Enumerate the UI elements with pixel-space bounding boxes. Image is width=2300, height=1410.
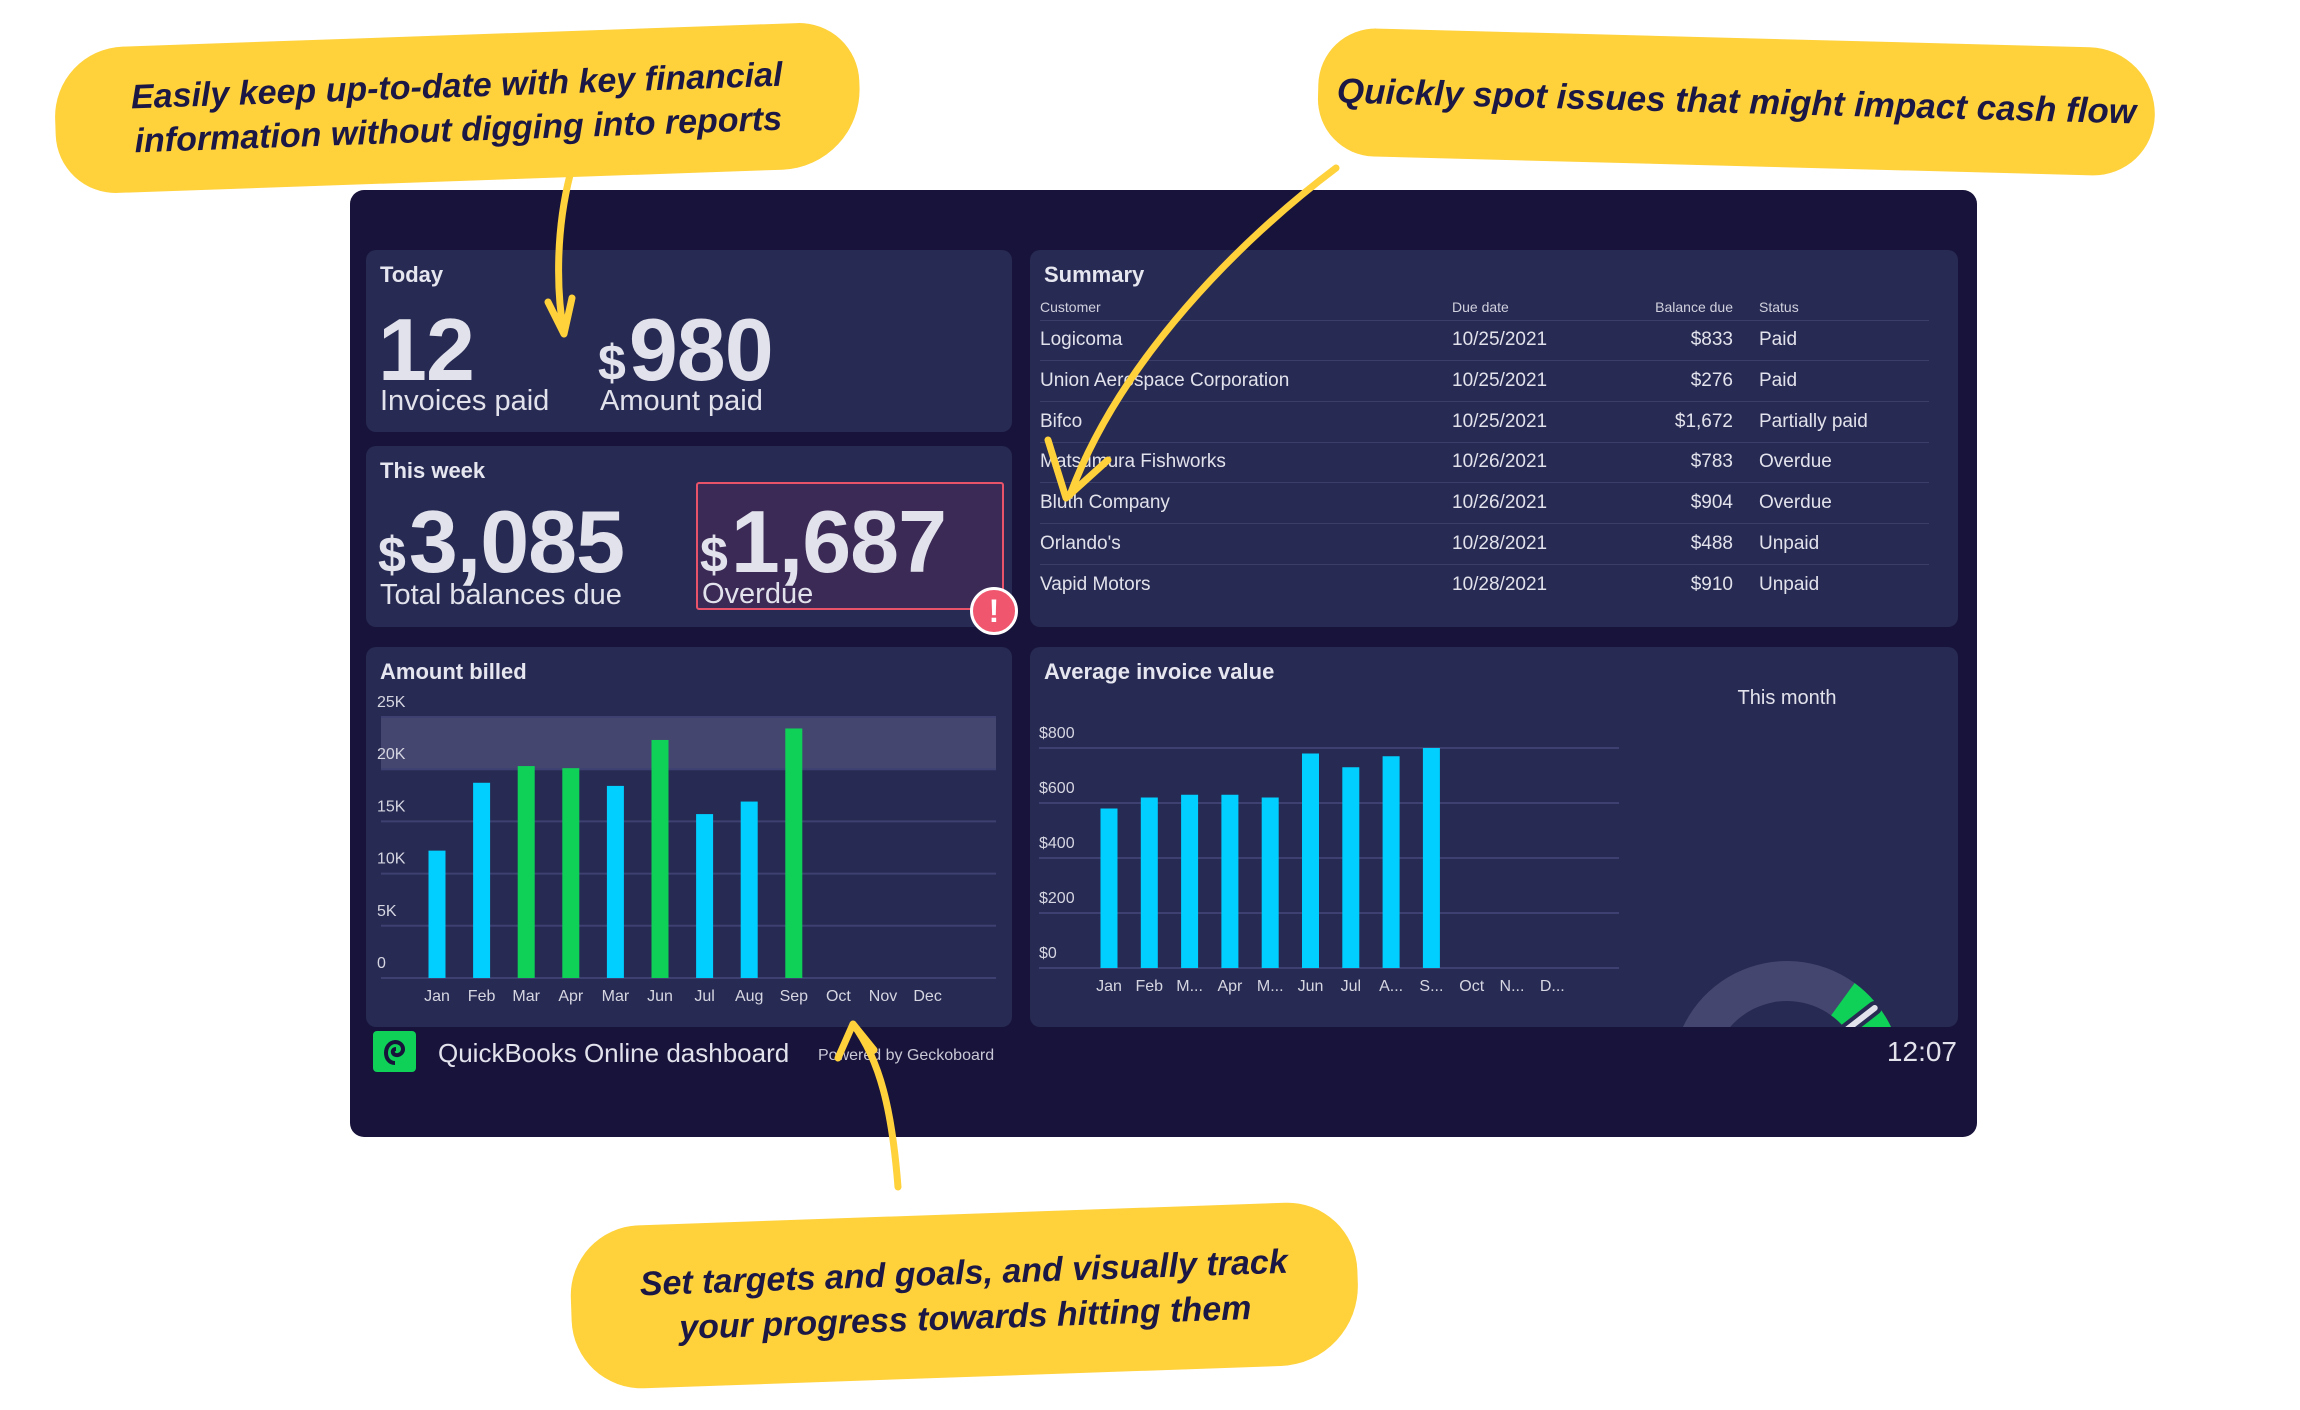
arrow-down-left-icon xyxy=(1044,164,1340,502)
arrow-down-icon xyxy=(544,171,576,338)
arrow-up-icon xyxy=(834,1020,902,1191)
annotation-arrows xyxy=(544,164,1340,1191)
